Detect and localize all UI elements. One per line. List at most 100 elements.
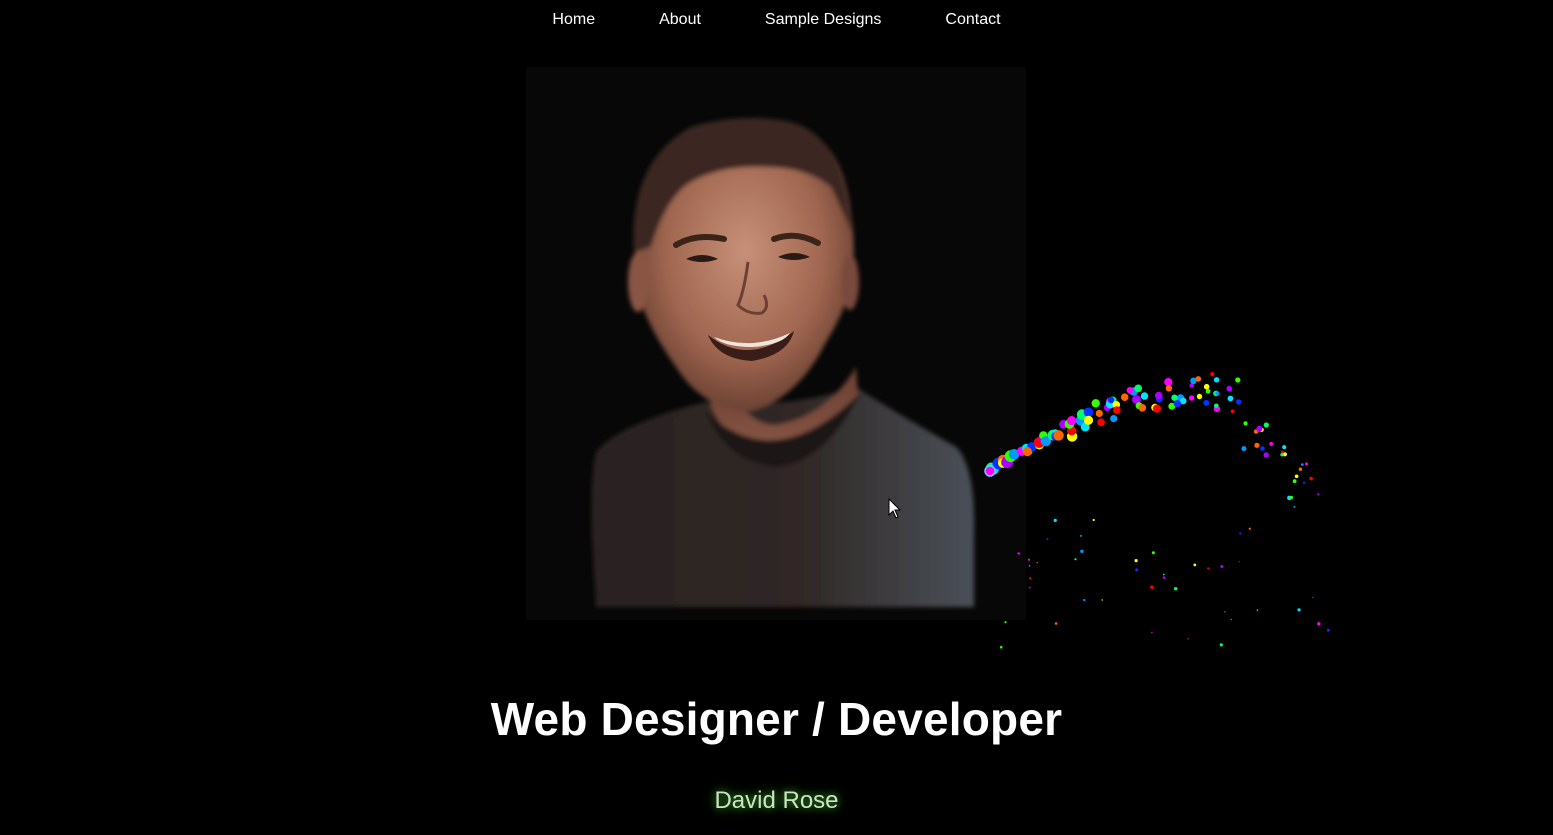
particle-dot [1064, 419, 1075, 429]
particle-dot [1298, 467, 1303, 471]
particle-dot [1187, 638, 1189, 640]
particle-dot [1193, 563, 1197, 567]
nav-contact[interactable]: Contact [913, 10, 1032, 30]
particle-dot [1269, 442, 1274, 446]
particle-dot [1241, 446, 1247, 452]
particle-dot [1326, 628, 1330, 632]
particle-dot [1196, 393, 1203, 400]
particle-dot [1151, 551, 1155, 555]
particle-dot [1312, 596, 1314, 599]
particle-dot [1238, 561, 1240, 563]
particle-dot [1034, 440, 1044, 450]
particle-dot [1195, 376, 1202, 382]
particle-dot [1120, 393, 1129, 402]
nav-home[interactable]: Home [520, 10, 627, 30]
page-headline: Web Designer / Developer [490, 693, 1063, 745]
particle-dot [1059, 419, 1068, 429]
particle-dot [1080, 549, 1084, 553]
particle-dot [1213, 390, 1219, 397]
particle-dot [1097, 418, 1105, 427]
particle-dot [1047, 429, 1059, 441]
particle-dot [1259, 427, 1264, 433]
particle-dot [1080, 534, 1082, 537]
particle-dot [1317, 622, 1321, 626]
particle-dot [1219, 643, 1223, 647]
particle-dot [1292, 479, 1297, 484]
particle-dot [1230, 409, 1235, 414]
particle-dot [1135, 402, 1143, 410]
particle-dot [999, 645, 1003, 649]
particle-dot [1190, 378, 1197, 385]
particle-dot [1129, 387, 1138, 396]
profile-photo-drawing [526, 67, 1026, 620]
particle-dot [1107, 396, 1115, 404]
particle-dot [1243, 421, 1248, 426]
particle-dot [1126, 387, 1134, 394]
particle-dot [1154, 391, 1163, 400]
particle-dot [1150, 585, 1154, 589]
particle-dot [1075, 415, 1087, 426]
particle-dot [1140, 392, 1149, 400]
particle-dot [1113, 406, 1121, 414]
particle-dot [1280, 453, 1284, 457]
particle-dot [1282, 452, 1287, 457]
particle-dot [1101, 599, 1103, 601]
particle-dot [1174, 587, 1178, 591]
particle-dot [1173, 400, 1181, 408]
particle-dot [1109, 396, 1117, 405]
nav-about[interactable]: About [627, 10, 733, 30]
particle-dot [1004, 621, 1007, 624]
particle-dot [1164, 378, 1173, 387]
particle-dot [1027, 442, 1037, 452]
particle-dot [1162, 573, 1165, 576]
particle-dot [1165, 385, 1173, 392]
particle-dot [1095, 409, 1103, 417]
particle-dot [1134, 384, 1142, 393]
profile-photo [526, 67, 1026, 620]
particle-dot [1213, 405, 1221, 412]
particle-dot [1302, 481, 1306, 484]
particle-dot [1205, 388, 1211, 394]
particle-dot [1289, 495, 1293, 500]
particle-dot [1227, 395, 1234, 402]
particle-dot [1176, 394, 1185, 403]
page: Home About Sample Designs Contact Web De… [0, 0, 1553, 835]
particle-dot [1066, 431, 1078, 442]
particle-dot [1053, 430, 1064, 441]
particle-dot [1029, 577, 1032, 580]
particle-dot [1074, 558, 1077, 561]
particle-dot [1103, 404, 1111, 412]
particle-dot [1152, 404, 1161, 413]
particle-dot [1051, 430, 1061, 440]
particle-dot [1091, 399, 1100, 408]
particle-dot [1112, 401, 1121, 409]
particle-dot [1105, 399, 1115, 409]
particle-dot [1151, 631, 1153, 634]
particle-dot [1054, 622, 1058, 625]
particle-dot [1263, 422, 1269, 428]
particle-dot [1297, 608, 1301, 612]
particle-dot [1309, 476, 1313, 481]
particle-dot [1230, 618, 1233, 621]
particle-dot [1263, 452, 1269, 458]
particle-dot [1134, 559, 1138, 563]
particle-dot [1135, 568, 1139, 572]
particle-dot [1132, 395, 1141, 405]
particle-dot [1188, 395, 1195, 401]
particle-dot [1080, 422, 1090, 432]
particle-dot [1239, 532, 1242, 535]
nav-sample-designs[interactable]: Sample Designs [733, 10, 914, 30]
particle-dot [1236, 399, 1242, 405]
particle-dot [1214, 403, 1219, 409]
particle-dot [1162, 576, 1166, 579]
particle-dot [1028, 586, 1031, 589]
particle-dot [1051, 432, 1060, 441]
particle-dot [1210, 372, 1215, 377]
particle-dot [1305, 462, 1308, 466]
particle-dot [1067, 426, 1077, 436]
particle-dot [1036, 562, 1038, 564]
particle-dot [1046, 538, 1049, 541]
particle-dot [1213, 377, 1220, 383]
particle-dot [1203, 383, 1210, 390]
particle-dot [1040, 436, 1051, 447]
